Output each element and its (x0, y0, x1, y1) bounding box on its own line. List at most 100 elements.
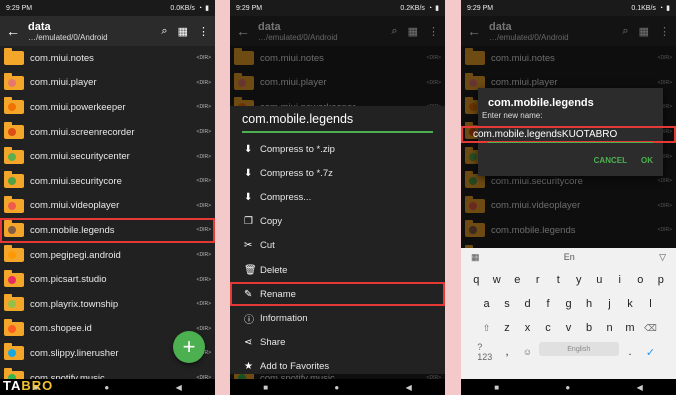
battery-icon: ▮ (666, 5, 670, 12)
list-item[interactable]: com.miui.securitycore <DIR> (0, 169, 215, 194)
menu-item-label: Compress... (260, 191, 312, 203)
list-item[interactable]: com.miui.powerkeeper <DIR> (0, 95, 215, 120)
key-done[interactable]: ✓ (641, 342, 660, 362)
key-i[interactable]: i (611, 270, 630, 290)
key-r[interactable]: r (529, 270, 548, 290)
dir-tag: <DIR> (196, 55, 211, 62)
folder-icon (4, 343, 24, 361)
key-o[interactable]: o (631, 270, 650, 290)
status-bar: 9:29 PM 0.2KB/s ◔ ▮ (230, 0, 445, 16)
list-item[interactable]: com.mobile.legends <DIR> (0, 218, 215, 243)
dialog-label: Enter new name: (482, 111, 543, 120)
key-h[interactable]: h (580, 294, 599, 314)
menu-item-label: Compress to *.zip (260, 143, 335, 155)
new-name-input[interactable]: com.mobile.legendsKUOTABRO (461, 126, 676, 143)
network-speed: 0.0KB/s (170, 4, 195, 12)
key-x[interactable]: x (518, 318, 537, 338)
search-icon[interactable]: ⌕ (161, 25, 167, 38)
menu-item-compress-to-7z[interactable]: ⬇ Compress to *.7z (230, 161, 445, 185)
dir-tag: <DIR> (196, 153, 211, 160)
key-?123[interactable]: ?123 (477, 342, 496, 362)
file-name: com.miui.securitycore (30, 175, 122, 187)
menu-item-rename[interactable]: ✎ Rename (230, 282, 445, 307)
rename-dialog: com.mobile.legends Enter new name: com.m… (461, 88, 676, 176)
key-q[interactable]: q (467, 270, 486, 290)
key-p[interactable]: p (652, 270, 671, 290)
menu-item-copy[interactable]: ❐ Copy (230, 210, 445, 234)
network-speed: 0.1KB/s (631, 4, 656, 12)
key-y[interactable]: y (570, 270, 589, 290)
folder-icon (4, 146, 24, 164)
key-v[interactable]: v (559, 318, 578, 338)
phone-context-menu: 9:29 PM 0.2KB/s◔▮ ← data …/emulated/0/An… (230, 0, 445, 395)
menu-item-delete[interactable]: 🗑 Delete (230, 258, 445, 282)
folder-icon (4, 171, 24, 189)
file-name: com.picsart.studio (30, 274, 107, 286)
key-u[interactable]: u (590, 270, 609, 290)
key-b[interactable]: b (580, 318, 599, 338)
menu-item-compress[interactable]: ⬇ Compress... (230, 185, 445, 209)
menu-title: com.mobile.legends (242, 112, 354, 126)
key-a[interactable]: a (477, 294, 496, 314)
list-item[interactable]: com.miui.player <DIR> (0, 71, 215, 96)
key-backspace[interactable]: ⌫ (641, 318, 660, 338)
nav-back-icon[interactable]: ◀ (176, 383, 182, 392)
key-space[interactable]: English (538, 342, 619, 356)
key-s[interactable]: s (498, 294, 517, 314)
list-item[interactable]: com.picsart.studio <DIR> (0, 267, 215, 292)
more-options-icon[interactable]: ⋮ (198, 25, 209, 38)
key-k[interactable]: k (621, 294, 640, 314)
list-item[interactable]: com.pegipegi.android <DIR> (0, 243, 215, 268)
key-f[interactable]: f (539, 294, 558, 314)
add-fab-button[interactable]: + (173, 331, 205, 363)
key-shift[interactable]: ⇧ (477, 318, 496, 338)
list-item[interactable]: com.miui.notes <DIR> (0, 46, 215, 71)
grid-view-icon[interactable]: ▦ (178, 25, 188, 38)
key-c[interactable]: c (539, 318, 558, 338)
home-icon[interactable]: ● (104, 383, 109, 392)
keyboard-menu-icon[interactable]: ▦ (471, 252, 480, 263)
menu-item-share[interactable]: ⋖ Share (230, 331, 445, 355)
key-j[interactable]: j (600, 294, 619, 314)
menu-item-compress-to-zip[interactable]: ⬇ Compress to *.zip (230, 137, 445, 161)
nav-back-icon[interactable]: ◀ (406, 383, 412, 392)
key-z[interactable]: z (498, 318, 517, 338)
recent-apps-icon[interactable]: ■ (263, 383, 268, 392)
keyboard-collapse-icon[interactable]: ▽ (659, 252, 666, 263)
nav-back-icon[interactable]: ◀ (637, 383, 643, 392)
home-icon[interactable]: ● (565, 383, 570, 392)
dir-tag: <DIR> (196, 129, 211, 136)
dir-tag: <DIR> (196, 227, 211, 234)
file-name: com.miui.player (30, 77, 97, 89)
language-selector[interactable]: En (564, 252, 575, 262)
key-period[interactable]: . (621, 342, 640, 362)
ok-button[interactable]: OK (641, 156, 653, 165)
key-d[interactable]: d (518, 294, 537, 314)
menu-item-cut[interactable]: ✂ Cut (230, 234, 445, 258)
recent-apps-icon[interactable]: ■ (494, 383, 499, 392)
list-item[interactable]: com.miui.videoplayer <DIR> (0, 194, 215, 219)
key-l[interactable]: l (641, 294, 660, 314)
key-emoji[interactable]: ☺ (518, 342, 537, 362)
dir-tag: <DIR> (196, 104, 211, 111)
menu-item-information[interactable]: ⓘ Information (230, 306, 445, 330)
app-badge-icon (8, 78, 16, 87)
key-comma[interactable]: , (498, 342, 517, 362)
home-icon[interactable]: ● (334, 383, 339, 392)
back-arrow-icon[interactable]: ← (6, 23, 28, 39)
key-t[interactable]: t (549, 270, 568, 290)
list-item[interactable]: com.miui.securitycenter <DIR> (0, 144, 215, 169)
cancel-button[interactable]: CANCEL (594, 156, 627, 165)
menu-item-add-to-favorites[interactable]: ★ Add to Favorites (230, 355, 445, 379)
network-speed: 0.2KB/s (400, 4, 425, 12)
folder-path: …/emulated/0/Android (28, 32, 108, 42)
key-n[interactable]: n (600, 318, 619, 338)
key-e[interactable]: e (508, 270, 527, 290)
folder-title: data (28, 20, 51, 33)
app-badge-icon (8, 177, 16, 186)
list-item[interactable]: com.miui.screenrecorder <DIR> (0, 120, 215, 145)
key-g[interactable]: g (559, 294, 578, 314)
key-m[interactable]: m (621, 318, 640, 338)
list-item[interactable]: com.playrix.township <DIR> (0, 292, 215, 317)
key-w[interactable]: w (488, 270, 507, 290)
